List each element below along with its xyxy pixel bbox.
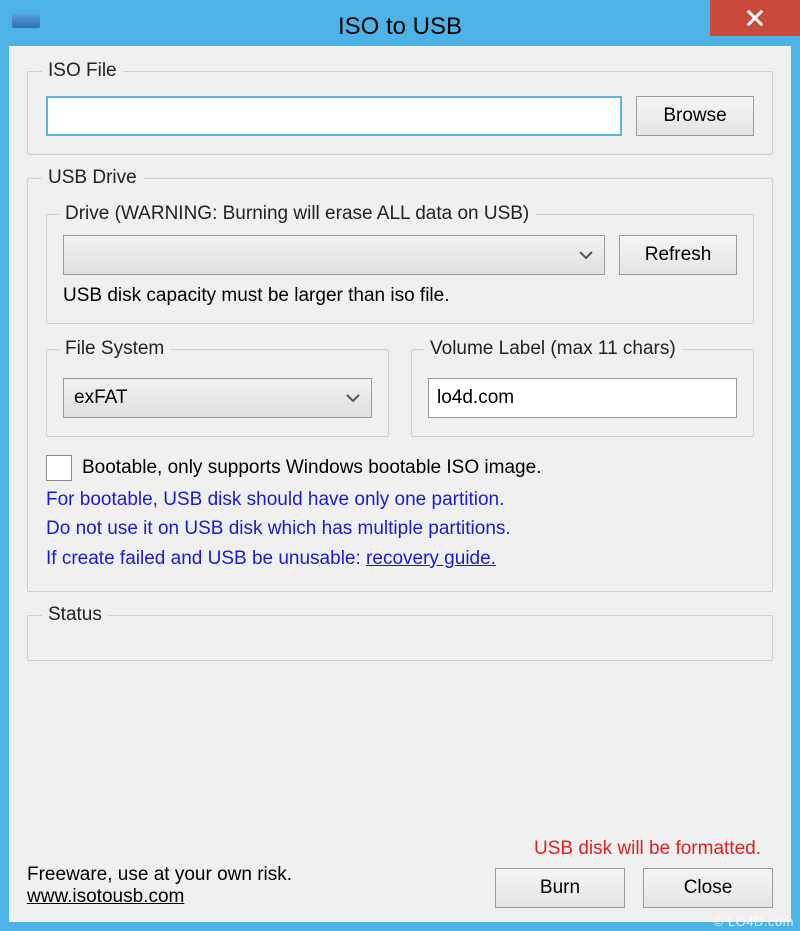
drive-warning-legend: Drive (WARNING: Burning will erase ALL d…	[59, 203, 535, 225]
watermark: © LO4D.com	[714, 914, 794, 929]
browse-button[interactable]: Browse	[636, 96, 754, 136]
window-title: ISO to USB	[0, 5, 800, 41]
window-close-button[interactable]	[710, 0, 800, 36]
bootable-label: Bootable, only supports Windows bootable…	[82, 457, 541, 479]
burn-button[interactable]: Burn	[495, 868, 625, 908]
note-line-1: For bootable, USB disk should have only …	[46, 485, 754, 514]
freeware-label: Freeware, use at your own risk.	[27, 864, 292, 886]
titlebar[interactable]: ISO to USB	[0, 0, 800, 46]
iso-path-input[interactable]	[46, 96, 622, 136]
drive-dropdown[interactable]	[63, 235, 605, 275]
note-line-2: Do not use it on USB disk which has mult…	[46, 514, 754, 543]
iso-file-legend: ISO File	[42, 60, 123, 82]
recovery-guide-link[interactable]: recovery guide.	[366, 548, 496, 569]
website-link[interactable]: www.isotousb.com	[27, 886, 184, 907]
footer-info: Freeware, use at your own risk. www.isot…	[27, 864, 292, 908]
note-line-3: If create failed and USB be unusable: re…	[46, 544, 754, 573]
file-system-legend: File System	[59, 338, 170, 360]
drive-select-group: Drive (WARNING: Burning will erase ALL d…	[46, 203, 754, 324]
status-legend: Status	[42, 604, 108, 626]
volume-label-input[interactable]	[428, 378, 737, 418]
bootable-note: For bootable, USB disk should have only …	[46, 485, 754, 573]
close-icon	[746, 9, 764, 27]
file-system-dropdown[interactable]: exFAT	[63, 378, 372, 418]
bootable-checkbox[interactable]	[46, 455, 72, 481]
footer: USB disk will be formatted. Freeware, us…	[27, 838, 773, 908]
content-area: ISO File Browse USB Drive Drive (WARNING…	[9, 46, 791, 922]
volume-label-group: Volume Label (max 11 chars)	[411, 338, 754, 437]
usb-drive-group: USB Drive Drive (WARNING: Burning will e…	[27, 167, 773, 592]
iso-file-group: ISO File Browse	[27, 60, 773, 155]
refresh-button[interactable]: Refresh	[619, 235, 737, 275]
format-warning: USB disk will be formatted.	[27, 838, 773, 860]
usb-drive-legend: USB Drive	[42, 167, 143, 189]
status-group: Status	[27, 604, 773, 661]
file-system-selected: exFAT	[74, 387, 128, 409]
capacity-hint: USB disk capacity must be larger than is…	[63, 285, 737, 307]
volume-label-legend: Volume Label (max 11 chars)	[424, 338, 682, 360]
chevron-down-icon	[578, 244, 594, 266]
chevron-down-icon	[345, 387, 361, 409]
app-window: ISO to USB ISO File Browse USB Drive Dri…	[0, 0, 800, 931]
file-system-group: File System exFAT	[46, 338, 389, 437]
close-button[interactable]: Close	[643, 868, 773, 908]
app-icon	[12, 14, 40, 28]
